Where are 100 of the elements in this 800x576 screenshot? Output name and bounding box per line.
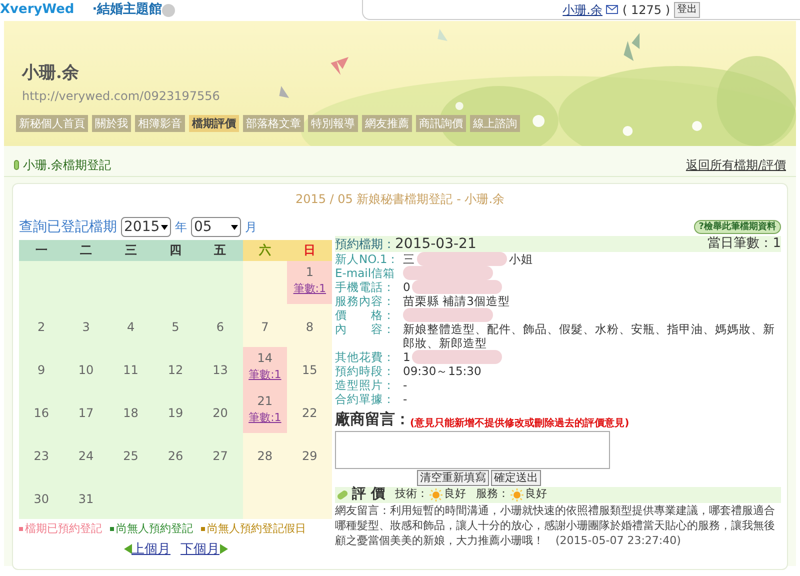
- logout-button[interactable]: 登出: [674, 2, 700, 18]
- review-text: 網友留言：利用短暫的時間溝通，小珊就快速的依照禮服類型提供專業建議，哪套禮服適合哪種髮型、妝感和飾品，讓人十分的放心，感謝小珊團隊於婚禮當天貼心的服務，讓我無後顧之憂當個美美的新娘，大力推薦小珊哦！ (2015-05-07 23:27:40): [335, 502, 776, 548]
- weekday-header: 三: [108, 240, 154, 261]
- weekday-header: 一: [19, 240, 64, 261]
- field-value: 三: [403, 252, 415, 266]
- day-number: 1: [306, 264, 314, 281]
- comment-label: 廠商留言：: [335, 409, 410, 430]
- day-number: 18: [123, 405, 138, 422]
- field-value: -: [403, 392, 408, 406]
- rating-title: 評 價: [352, 485, 385, 504]
- day-number: 22: [302, 405, 318, 422]
- field-value: 苗栗縣 補請3個造型: [403, 294, 510, 308]
- caret-icon: [231, 224, 238, 230]
- weekday-header: 六: [242, 240, 288, 261]
- report-button[interactable]: ?檢舉此筆檔期資料: [694, 220, 781, 234]
- count-label: 當日筆數：: [708, 235, 773, 254]
- field-label: 造型照片：: [335, 378, 396, 392]
- right-arrow-icon[interactable]: [220, 544, 228, 554]
- field-value: -: [403, 378, 408, 392]
- day-number: 20: [212, 405, 228, 422]
- day-number: 10: [78, 362, 94, 379]
- day-number: 6: [216, 319, 224, 336]
- message-count: ( 1275 ): [622, 2, 670, 18]
- day-number: 24: [78, 448, 94, 465]
- pill-icon: [14, 160, 19, 170]
- day-number: 11: [123, 362, 138, 379]
- next-month-link[interactable]: 下個月: [180, 540, 220, 559]
- field-label: 價 格：: [335, 308, 396, 322]
- weekday-header: 四: [153, 240, 198, 261]
- booking-count-link[interactable]: 筆數:1: [293, 281, 326, 298]
- field-label: 手機電話：: [335, 280, 396, 294]
- rating-label: 服務：: [476, 486, 509, 502]
- field-label: 預約時段：: [335, 364, 396, 378]
- left-arrow-icon[interactable]: [124, 544, 132, 554]
- profile-name: 小珊.余: [22, 62, 80, 85]
- section-title: 小珊.余檔期登記: [23, 157, 111, 174]
- day-number: 2: [38, 319, 46, 336]
- booking-count-link[interactable]: 筆數:1: [248, 410, 282, 426]
- field-value: 1: [403, 350, 410, 364]
- weekday-header: 五: [198, 240, 243, 261]
- day-number: 7: [261, 319, 269, 336]
- caret-icon: [161, 224, 168, 230]
- booking-date: 2015-03-21: [395, 234, 476, 254]
- day-number: 29: [302, 448, 318, 465]
- day-number: 9: [38, 362, 46, 379]
- day-number: 12: [168, 362, 184, 379]
- field-label: 新人NO.1：: [335, 252, 400, 266]
- year-select[interactable]: 2015: [121, 217, 171, 237]
- day-number: 25: [123, 448, 138, 465]
- back-link[interactable]: 返回所有檔期/評價: [686, 156, 786, 174]
- field-value: 新娘整體造型、配件、飾品、假髮、水粉、安瓶、指甲油、媽媽妝、新郎妝、新郎造型: [403, 322, 776, 350]
- comment-field[interactable]: [335, 430, 610, 468]
- booking-count-link[interactable]: 筆數:1: [248, 367, 282, 384]
- legend-label: 檔期已預約登記: [25, 521, 102, 537]
- day-number: 15: [302, 362, 318, 379]
- day-number: 3: [82, 319, 90, 336]
- site-menu[interactable]: ·結婚主題館: [92, 0, 162, 20]
- day-number: 31: [78, 491, 94, 508]
- dropdown-icon[interactable]: [162, 4, 176, 16]
- weekday-header: 二: [64, 240, 108, 261]
- day-number: 21: [257, 393, 273, 410]
- day-number: 26: [168, 448, 184, 465]
- day-number: 19: [168, 405, 184, 422]
- date-label: 預約檔期：: [335, 236, 395, 253]
- field-label: 內 容：: [335, 322, 396, 338]
- pencil-icon: [336, 488, 349, 500]
- rating-value: 良好: [524, 486, 547, 502]
- month-unit: 月: [245, 219, 257, 236]
- day-number: 14: [257, 350, 273, 367]
- rating-value: 良好: [444, 486, 466, 502]
- day-number: 16: [34, 405, 49, 422]
- nav-tab[interactable]: 檔期評價: [189, 114, 239, 132]
- form-button[interactable]: 清空重新填寫: [417, 470, 489, 486]
- weekday-header: 日: [287, 240, 332, 261]
- rating-label: 技術：: [394, 486, 428, 502]
- sun-icon: [428, 488, 443, 502]
- day-count: 1: [772, 235, 781, 254]
- day-number: 8: [306, 319, 314, 336]
- field-value: 小姐: [509, 252, 533, 266]
- comment-note: (意見只能新增不提供修改或刪除過去的評價意見): [410, 416, 630, 430]
- card-heading: 2015 / 05 新娘秘書檔期登記 - 小珊.余: [294, 191, 506, 208]
- field-label: 服務內容：: [335, 294, 396, 308]
- day-number: 17: [78, 405, 94, 422]
- field-value: 0: [403, 280, 410, 294]
- profile-url: http://verywed.com/0923197556: [22, 88, 221, 104]
- day-number: 13: [212, 362, 228, 379]
- field-label: 其他花費：: [335, 350, 396, 364]
- month-select[interactable]: 05: [191, 217, 241, 237]
- mail-icon[interactable]: [606, 5, 618, 14]
- day-number: 27: [212, 448, 228, 465]
- day-number: 28: [257, 448, 273, 465]
- user-link[interactable]: 小珊.余: [562, 0, 602, 18]
- legend-label: 尚無人預約登記假日: [207, 521, 306, 537]
- field-value: 09:30～15:30: [403, 364, 482, 378]
- logo[interactable]: XveryWed: [0, 0, 76, 20]
- field-label: E-mail信箱: [335, 266, 396, 280]
- day-number: 30: [34, 491, 49, 508]
- year-unit: 年: [175, 219, 187, 236]
- day-number: 5: [172, 319, 180, 336]
- form-button[interactable]: 確定送出: [491, 470, 541, 486]
